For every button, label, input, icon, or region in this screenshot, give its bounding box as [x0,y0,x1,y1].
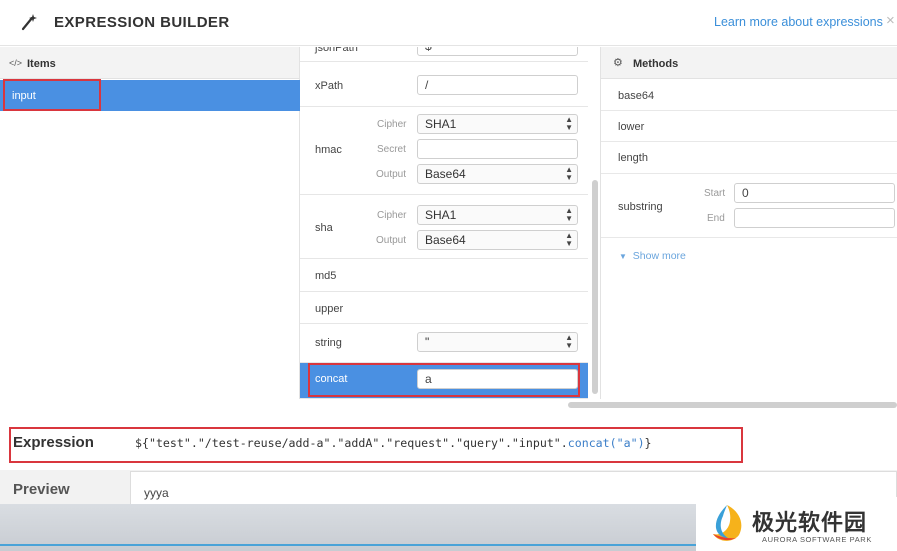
select-value: SHA1 [425,117,457,131]
sha-output-select[interactable]: Base64 ▲ ▼ [417,230,578,250]
method-name: length [618,152,648,164]
substring-start-input[interactable]: 0 [734,183,895,203]
function-row-concat[interactable]: concat a [300,363,588,399]
methods-panel: ⚙ Methods base64 lower length substring … [600,47,897,399]
method-name: lower [618,121,645,133]
start-label: Start [704,188,726,199]
cipher-label: Cipher [377,119,407,130]
functions-scrollbar[interactable] [592,180,598,394]
aurora-logo-icon [713,505,742,541]
watermark: 极光软件园 AURORA SOFTWARE PARK [696,497,897,551]
preview-value: yyya [144,486,169,500]
string-select[interactable]: " ▲ ▼ [417,332,578,352]
methods-panel-header: ⚙ Methods [601,47,897,79]
items-panel: </> Items input [0,47,300,399]
select-value: SHA1 [425,208,457,222]
method-row-substring[interactable]: substring Start 0 End [601,174,897,238]
watermark-cn: 极光软件园 [752,510,868,535]
updown-arrow-icon: ▲ ▼ [565,231,573,248]
function-name: string [315,337,342,349]
select-value: Base64 [425,233,466,247]
horizontal-scrollbar[interactable] [568,402,897,408]
select-value: " [425,335,430,349]
function-name: upper [315,303,344,315]
hmac-output-select[interactable]: Base64 ▲ ▼ [417,164,578,184]
expression-label: Expression [13,434,94,451]
magic-wand-icon [21,14,37,31]
expression-code[interactable]: ${"test"."/test-reuse/add-a"."addA"."req… [135,436,652,450]
updown-arrow-icon: ▲ ▼ [565,206,573,223]
updown-arrow-icon: ▲ ▼ [565,333,573,350]
xpath-input[interactable]: / [417,75,578,95]
function-row-md5[interactable]: md5 [300,259,588,292]
show-more-link[interactable]: ▼ Show more [619,250,686,262]
sha-cipher-select[interactable]: SHA1 ▲ ▼ [417,205,578,225]
method-row-lower[interactable]: lower [601,111,897,142]
items-panel-header: </> Items [0,47,299,79]
function-name: hmac [315,144,342,156]
function-name: md5 [315,270,337,282]
functions-panel: jsonPath $ xPath / hmac Cipher SHA1 ▲▼ S… [300,47,600,399]
end-label: End [707,213,725,224]
gears-icon: ⚙ [613,57,623,69]
concat-input[interactable]: a [417,369,578,389]
function-name: xPath [315,80,344,92]
updown-arrow-icon: ▲ ▼ [565,115,573,132]
secret-label: Secret [377,144,406,155]
hmac-cipher-select[interactable]: SHA1 ▲ ▼ [417,114,578,134]
function-row-jsonpath[interactable]: jsonPath $ [300,47,588,62]
expression-builder-header: EXPRESSION BUILDER Learn more about expr… [0,0,897,46]
learn-more-link[interactable]: Learn more about expressions [714,15,883,29]
method-row-base64[interactable]: base64 [601,79,897,111]
item-label: input [12,90,36,102]
function-name: jsonPath [315,47,358,54]
jsonpath-input[interactable]: $ [417,47,578,56]
methods-panel-title: Methods [633,58,679,70]
show-more-label: Show more [632,250,686,262]
preview-label: Preview [13,481,70,498]
chevron-down-icon: ▼ [619,252,627,261]
select-value: Base64 [425,167,466,181]
code-icon: </> [9,58,23,68]
output-label: Output [376,169,407,180]
cipher-label: Cipher [377,210,407,221]
function-row-xpath[interactable]: xPath / [300,62,588,107]
output-label: Output [376,235,407,246]
item-input[interactable]: input [0,80,300,111]
close-icon[interactable]: × [886,12,895,29]
hmac-secret-input[interactable] [417,139,578,159]
watermark-en: AURORA SOFTWARE PARK [762,535,872,544]
function-name: sha [315,222,333,234]
method-row-length[interactable]: length [601,142,897,174]
function-row-sha[interactable]: sha Cipher SHA1 ▲ ▼ Output Base64 ▲ ▼ [300,195,588,259]
function-row-string[interactable]: string " ▲ ▼ [300,324,588,363]
function-row-hmac[interactable]: hmac Cipher SHA1 ▲ ▼ Secret Output Base64… [300,107,588,195]
updown-arrow-icon: ▲ ▼ [565,165,573,182]
function-row-upper[interactable]: upper [300,292,588,324]
method-name: substring [618,201,663,213]
function-name: concat [315,373,348,385]
items-panel-title: Items [27,58,56,70]
expression-function: concat("a") [567,436,645,450]
method-name: base64 [618,90,655,102]
dialog-title: EXPRESSION BUILDER [54,14,230,31]
expression-prefix: ${"test"."/test-reuse/add-a"."addA"."req… [135,436,568,450]
substring-end-input[interactable] [734,208,895,228]
expression-suffix: } [644,436,652,450]
